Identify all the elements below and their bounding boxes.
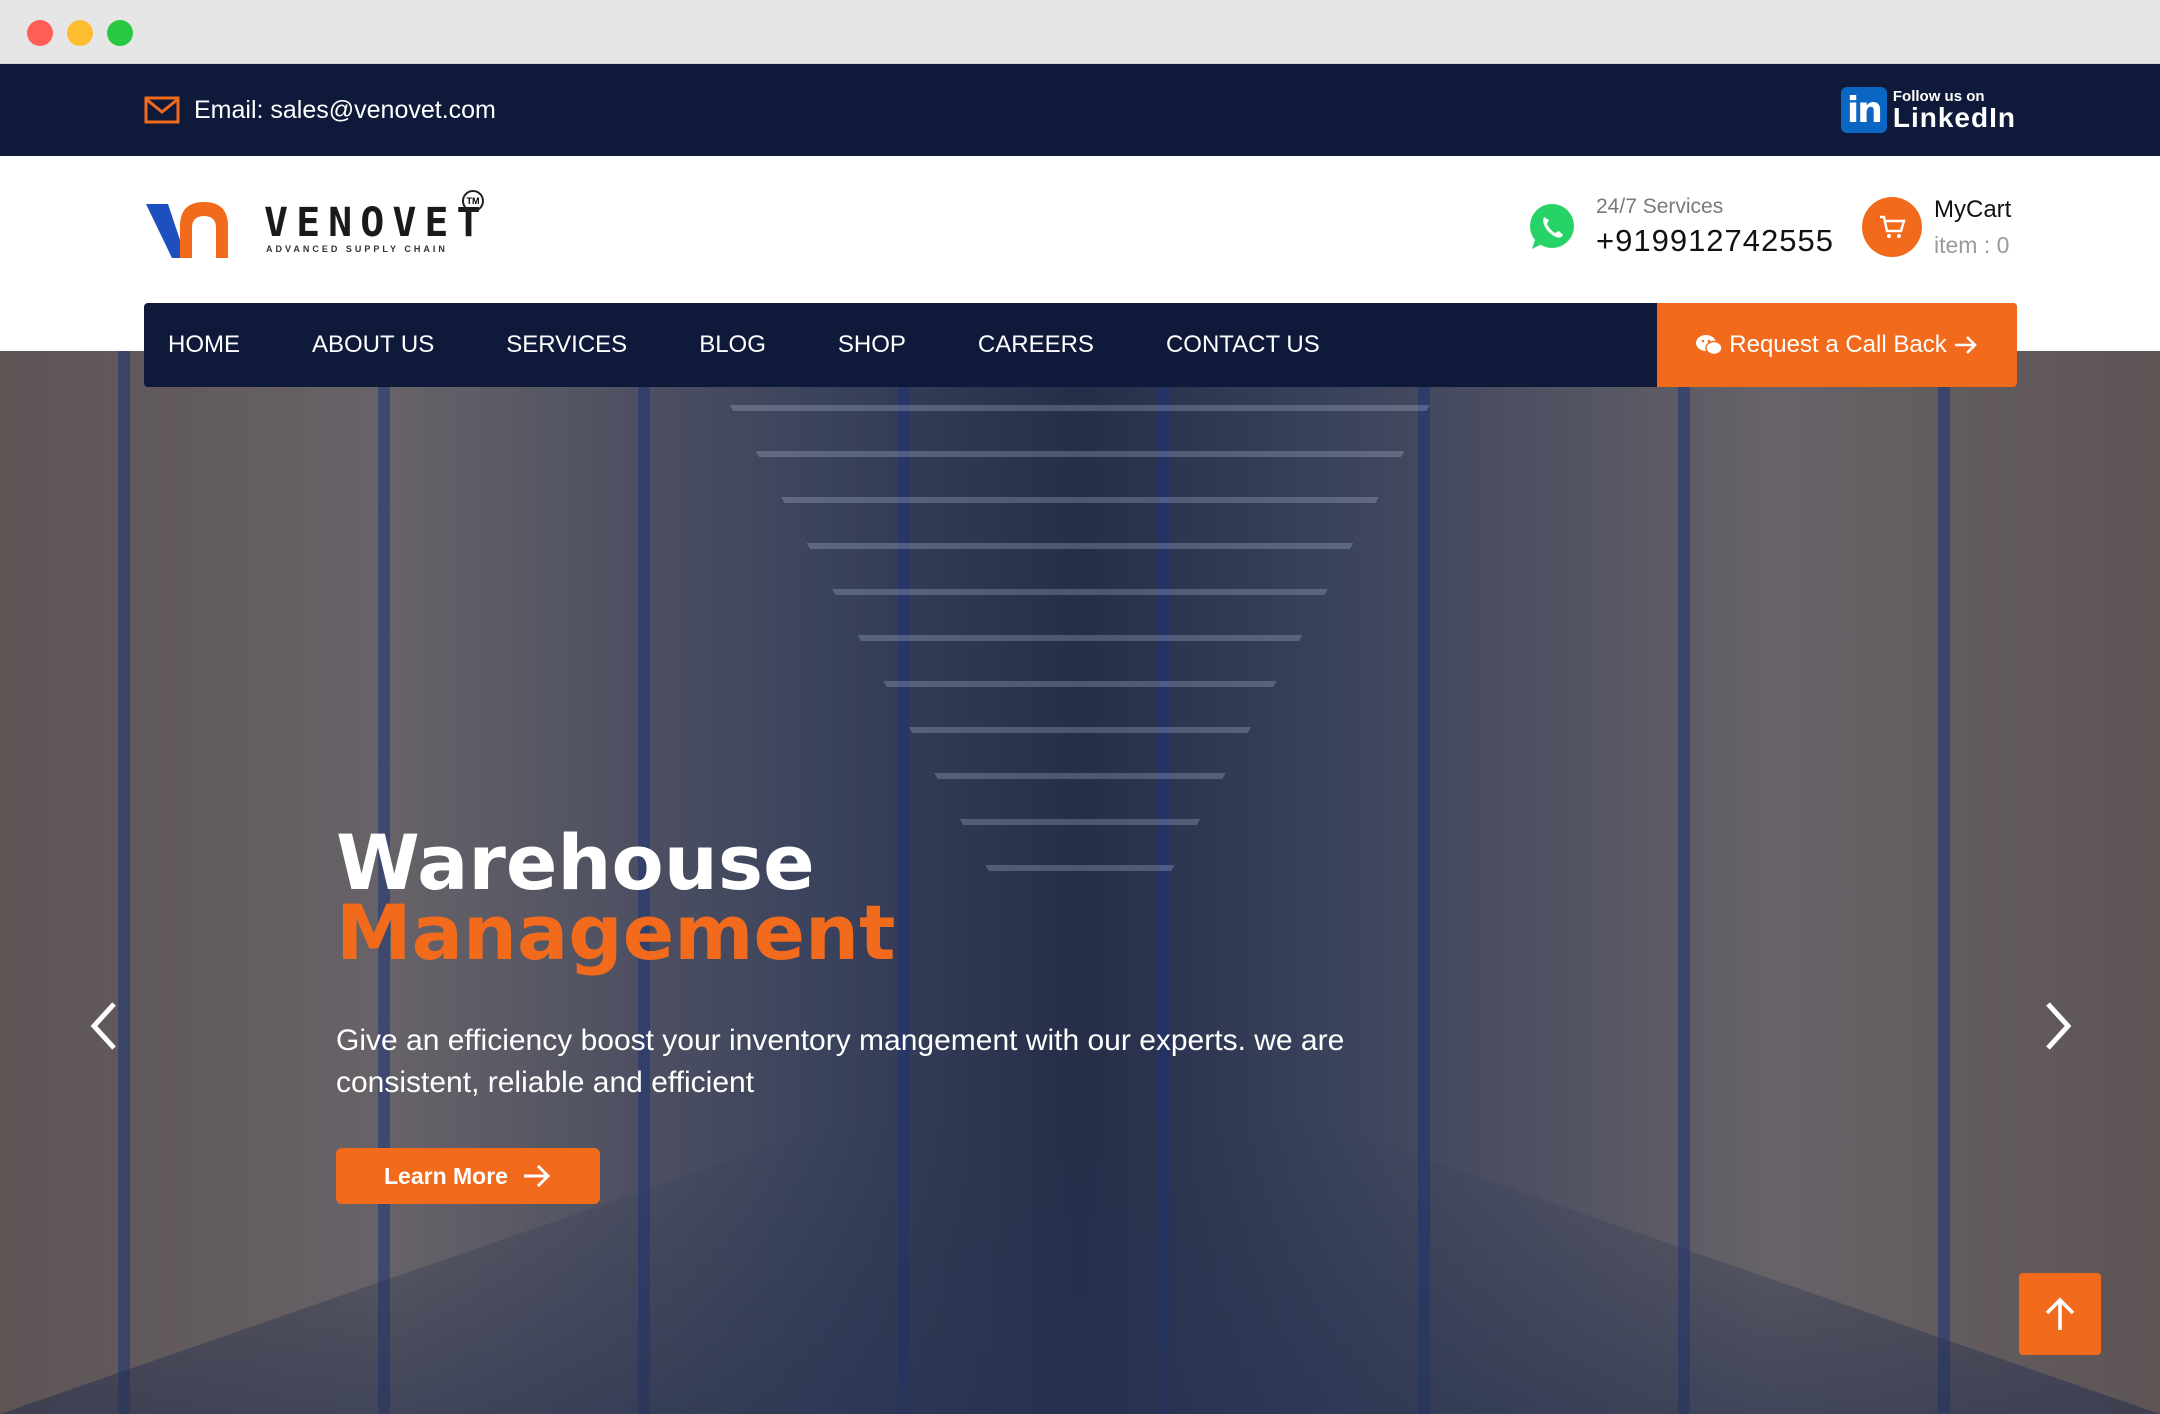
hero-slider: [0, 351, 2160, 1414]
browser-chrome: [0, 0, 2160, 64]
linkedin-follow-link[interactable]: in Follow us on LinkedIn: [1840, 86, 2016, 134]
learn-more-label: Learn More: [384, 1162, 508, 1189]
email-icon: [144, 96, 180, 124]
chevron-right-icon: [2046, 1002, 2072, 1050]
learn-more-button[interactable]: Learn More: [336, 1148, 600, 1204]
email-text: Email: sales@venovet.com: [194, 95, 496, 124]
request-call-back-label: Request a Call Back: [1729, 331, 1947, 358]
scroll-to-top-button[interactable]: [2019, 1273, 2101, 1355]
wechat-icon: [1696, 335, 1724, 356]
request-call-back-button[interactable]: Request a Call Back: [1657, 303, 2017, 387]
logo-wordmark: VENOVET: [264, 200, 489, 246]
window-minimize-button[interactable]: [67, 20, 93, 46]
top-bar: Email: sales@venovet.com in Follow us on…: [0, 64, 2160, 156]
chevron-left-icon: [90, 1002, 116, 1050]
trademark-badge: TM: [462, 190, 484, 212]
nav-item-shop[interactable]: SHOP: [814, 303, 930, 387]
slider-prev-button[interactable]: [84, 998, 124, 1054]
nav-item-blog[interactable]: BLOG: [675, 303, 790, 387]
cart-icon: [1862, 197, 1922, 257]
nav-item-about-us[interactable]: ABOUT US: [288, 303, 458, 387]
phone-number: +919912742555: [1596, 223, 1834, 258]
linkedin-big-text: LinkedIn: [1892, 101, 2016, 133]
hero-description: Give an efficiency boost your inventory …: [336, 1024, 1345, 1099]
nav-item-home[interactable]: HOME: [144, 303, 264, 387]
whatsapp-contact[interactable]: 24/7 Services +919912742555: [1524, 192, 1834, 262]
arrow-right-icon: [523, 1164, 551, 1188]
arrow-up-icon: [2045, 1297, 2075, 1330]
window-maximize-button[interactable]: [107, 20, 133, 46]
whatsapp-icon: [1530, 204, 1574, 249]
cart-title: MyCart: [1934, 195, 2012, 223]
nav-item-careers[interactable]: CAREERS: [954, 303, 1118, 387]
services-label: 24/7 Services: [1596, 195, 1724, 218]
email-link[interactable]: Email: sales@venovet.com: [144, 92, 496, 128]
hero-background-ceiling: [700, 351, 1460, 871]
hero-background-floor: [0, 1114, 2160, 1414]
cart-link[interactable]: MyCart item : 0: [1862, 192, 2011, 262]
linkedin-icon: in: [1840, 87, 1887, 133]
window-close-button[interactable]: [27, 20, 53, 46]
arrow-right-icon: [1954, 336, 1977, 354]
logo-tagline: ADVANCED SUPPLY CHAIN: [266, 244, 448, 254]
slider-next-button[interactable]: [2038, 998, 2078, 1054]
nav-item-services[interactable]: SERVICES: [482, 303, 651, 387]
linkedin-label: Follow us on LinkedIn: [1893, 89, 2016, 132]
cart-text: MyCart item : 0: [1934, 196, 2011, 259]
cart-count: item : 0: [1934, 231, 2010, 258]
site-logo[interactable]: VENOVET ADVANCED SUPPLY CHAIN TM: [146, 186, 486, 266]
hero-title-line2: Management: [336, 888, 896, 977]
contact-text: 24/7 Services +919912742555: [1596, 195, 1834, 259]
nav-item-contact-us[interactable]: CONTACT US: [1142, 303, 1344, 387]
logo-mark-icon: [146, 202, 228, 258]
main-nav: HOME ABOUT US SERVICES BLOG SHOP CAREERS…: [144, 303, 2017, 387]
